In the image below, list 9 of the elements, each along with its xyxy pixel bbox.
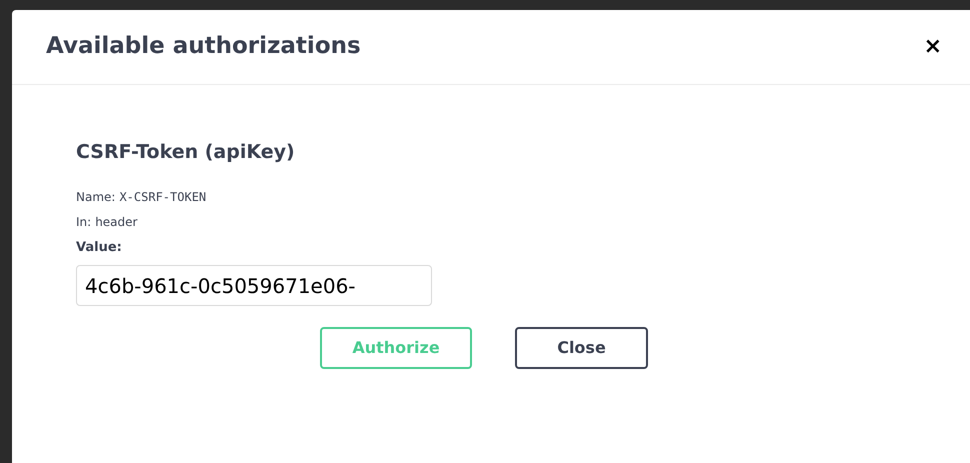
param-label: In: — [76, 214, 92, 231]
dialog-title: Available authorizations — [46, 33, 361, 61]
value-field[interactable]: -4c6b-961c-0c5059671e06 — [76, 265, 432, 306]
param-label: Name: — [76, 188, 116, 206]
param-value: X-CSRF-TOKEN — [119, 188, 206, 206]
scheme-title: CSRF-Token (apiKey) — [76, 141, 296, 164]
close-button[interactable]: Close — [515, 327, 648, 370]
value-label: Value: — [76, 238, 123, 257]
param-value: header — [95, 214, 138, 231]
